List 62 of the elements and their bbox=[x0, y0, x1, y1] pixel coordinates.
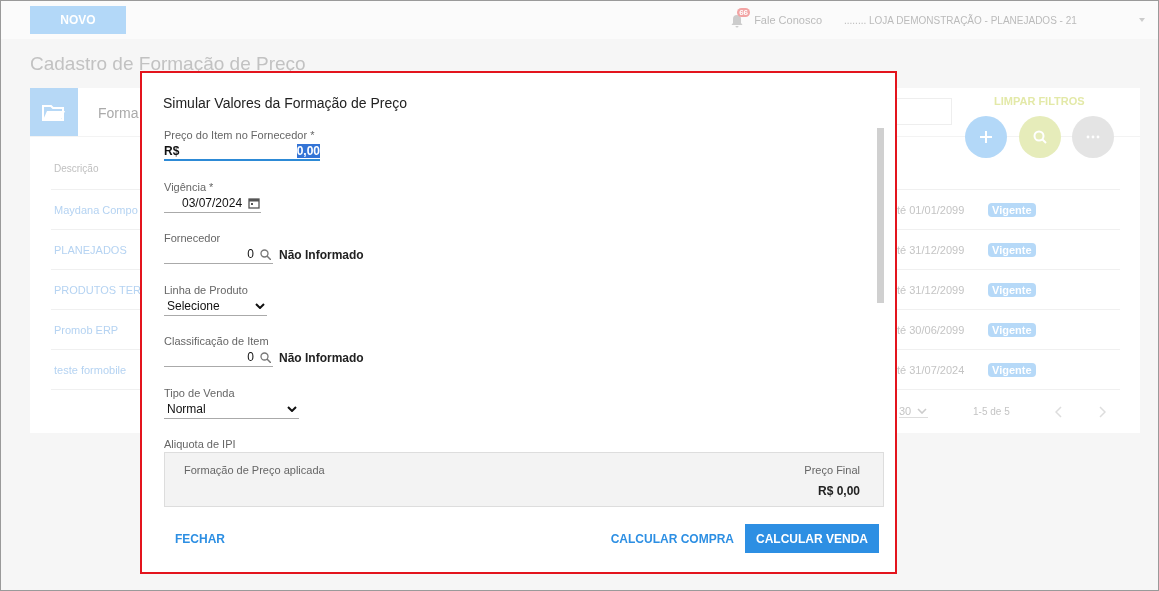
description-link[interactable]: PLANEJADOS bbox=[54, 243, 127, 256]
final-price-value: R$ 0,00 bbox=[817, 484, 860, 498]
plus-icon bbox=[978, 129, 994, 145]
description-link[interactable]: teste formobile bbox=[54, 363, 127, 376]
new-button[interactable]: NOVO bbox=[30, 5, 126, 34]
previous-page-icon[interactable] bbox=[1055, 405, 1062, 418]
validity-text: té 31/12/2099 bbox=[897, 243, 965, 256]
lookup-description: Não Informado bbox=[279, 247, 364, 262]
description-link[interactable]: PRODUTOS TER bbox=[54, 283, 141, 296]
validity-text: té 01/01/2099 bbox=[897, 203, 965, 216]
scrollbar[interactable] bbox=[877, 128, 884, 303]
price-input[interactable]: R$ 0,00 bbox=[164, 142, 320, 161]
summary-label: Formação de Preço aplicada bbox=[184, 464, 325, 478]
dialog-title: Simular Valores da Formação de Preço bbox=[163, 95, 409, 112]
select-field[interactable]: Normal bbox=[164, 399, 299, 419]
field-label: Aliquota de IPI bbox=[164, 437, 237, 450]
calendar-icon[interactable] bbox=[248, 196, 261, 209]
folder-icon bbox=[42, 102, 66, 122]
field-label: Fornecedor bbox=[164, 231, 222, 245]
text-button[interactable]: FECHAR bbox=[164, 524, 236, 553]
date-input[interactable]: 03/07/2024 bbox=[164, 193, 261, 213]
validity-text: té 31/07/2024 bbox=[897, 363, 965, 376]
select-field[interactable]: Selecione bbox=[164, 296, 267, 316]
description-link[interactable]: Maydana Compo bbox=[54, 203, 138, 216]
lookup-description: Não Informado bbox=[279, 350, 364, 365]
field-label: Linha de Produto bbox=[164, 282, 249, 297]
validity-text: té 31/12/2099 bbox=[897, 283, 965, 296]
store-selector[interactable]: ........ LOJA DEMONSTRAÇÃO - PLANEJADOS - 21 bbox=[844, 14, 1139, 26]
field-label: Preço do Item no Fornecedor * bbox=[164, 128, 316, 142]
search-icon[interactable] bbox=[260, 351, 271, 363]
field-label: Tipo de Venda bbox=[164, 385, 236, 400]
field-label: Classificação de Item bbox=[164, 334, 270, 348]
clear-filters-link[interactable]: LIMPAR FILTROS bbox=[994, 95, 1085, 107]
status-badge: Vigente bbox=[988, 362, 1036, 377]
contact-link[interactable]: Fale Conosco bbox=[754, 14, 822, 26]
description-link[interactable]: Promob ERP bbox=[54, 323, 119, 336]
chevron-down-icon bbox=[255, 302, 265, 309]
primary-button[interactable]: CALCULAR VENDA bbox=[745, 524, 879, 553]
notification-badge: 66 bbox=[737, 7, 751, 17]
field-label: Vigência * bbox=[164, 179, 215, 194]
text-button[interactable]: CALCULAR COMPRA bbox=[599, 524, 745, 553]
folder-tab[interactable] bbox=[30, 88, 78, 136]
caret-icon[interactable] bbox=[1139, 18, 1145, 22]
status-badge: Vigente bbox=[988, 202, 1036, 217]
add-button[interactable] bbox=[965, 116, 1007, 158]
final-price-label: Preço Final bbox=[804, 464, 860, 476]
status-badge: Vigente bbox=[988, 282, 1036, 297]
search-icon bbox=[1032, 129, 1048, 145]
code-input[interactable]: 0 bbox=[164, 348, 273, 367]
search-button[interactable] bbox=[1019, 116, 1061, 158]
code-input[interactable]: 0 bbox=[164, 245, 273, 264]
column-header: Descrição bbox=[54, 163, 99, 174]
status-badge: Vigente bbox=[988, 242, 1036, 257]
validity-text: té 30/06/2099 bbox=[897, 323, 965, 336]
more-button[interactable] bbox=[1072, 116, 1114, 158]
search-icon[interactable] bbox=[260, 248, 271, 260]
next-page-icon[interactable] bbox=[1099, 405, 1106, 418]
chevron-down-icon bbox=[917, 408, 928, 414]
tab-label[interactable]: Forma bbox=[98, 105, 139, 136]
page-size-select[interactable]: 30 bbox=[899, 405, 928, 418]
chevron-down-icon bbox=[287, 405, 297, 412]
status-badge: Vigente bbox=[988, 322, 1036, 337]
